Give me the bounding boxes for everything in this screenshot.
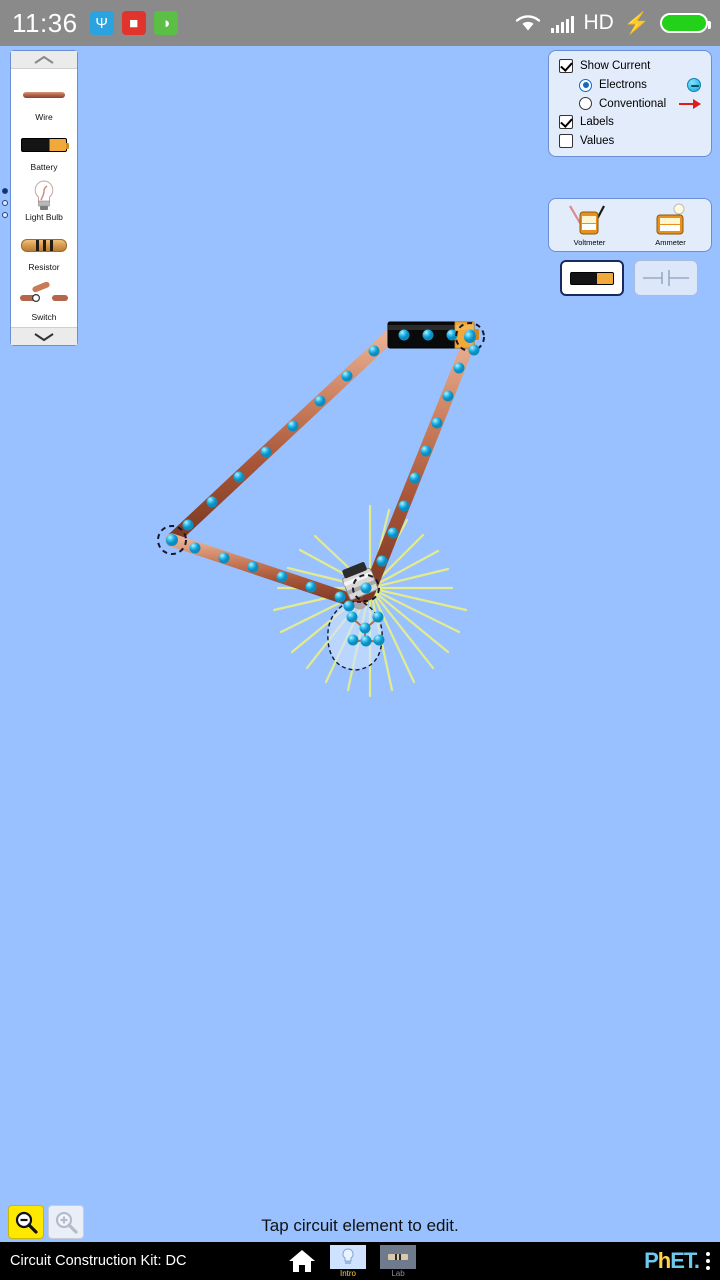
intro-tab-thumbnail	[330, 1245, 366, 1269]
wire-top-left	[165, 329, 397, 547]
wifi-icon	[515, 13, 541, 33]
status-clock: 11:36	[12, 7, 78, 38]
tab-intro-label: Intro	[339, 1269, 356, 1278]
charging-bolt-icon: ⚡	[623, 11, 650, 35]
wire-right	[361, 333, 477, 601]
phet-logo-pre: P	[644, 1248, 659, 1273]
phet-nav-bar: Circuit Construction Kit: DC Intro Lab P…	[0, 1242, 720, 1280]
edit-hint-text: Tap circuit element to edit.	[261, 1216, 459, 1235]
home-icon[interactable]	[286, 1246, 318, 1276]
android-status-bar: 11:36 Ψ ■ ◑ HD ⚡	[0, 0, 720, 46]
tab-lab[interactable]: Lab	[378, 1243, 418, 1279]
app-root: 11:36 Ψ ■ ◑ HD ⚡ Wire Battery Light Bulb…	[0, 0, 720, 1280]
phet-logo-post: ET.	[670, 1248, 700, 1273]
sim-title: Circuit Construction Kit: DC	[10, 1253, 187, 1269]
tab-intro[interactable]: Intro	[328, 1243, 368, 1279]
kebab-menu-icon[interactable]	[706, 1252, 710, 1270]
circuit-area[interactable]	[0, 46, 720, 1242]
nav-right-group: PhET.	[644, 1248, 710, 1274]
phet-logo-h: h	[657, 1248, 671, 1273]
status-notification-icons: Ψ ■ ◑	[89, 11, 178, 35]
network-type-label: HD	[583, 11, 614, 34]
nav-tabs-group: Intro Lab	[286, 1242, 418, 1280]
lab-tab-thumbnail	[380, 1245, 416, 1269]
simulation-canvas[interactable]: Wire Battery Light Bulb Resistor Switch …	[0, 46, 720, 1242]
frog-app-icon: ◑	[153, 11, 178, 35]
thermometer-app-icon: ■	[121, 11, 146, 35]
battery-full-icon	[660, 13, 711, 33]
light-rays	[272, 504, 468, 698]
wire-bottom	[165, 533, 367, 610]
status-system-icons: HD ⚡	[515, 11, 711, 35]
signal-bars-icon	[550, 13, 574, 33]
phet-logo[interactable]: PhET.	[644, 1248, 700, 1274]
trident-app-icon: Ψ	[89, 11, 114, 35]
tab-lab-label: Lab	[391, 1269, 405, 1278]
